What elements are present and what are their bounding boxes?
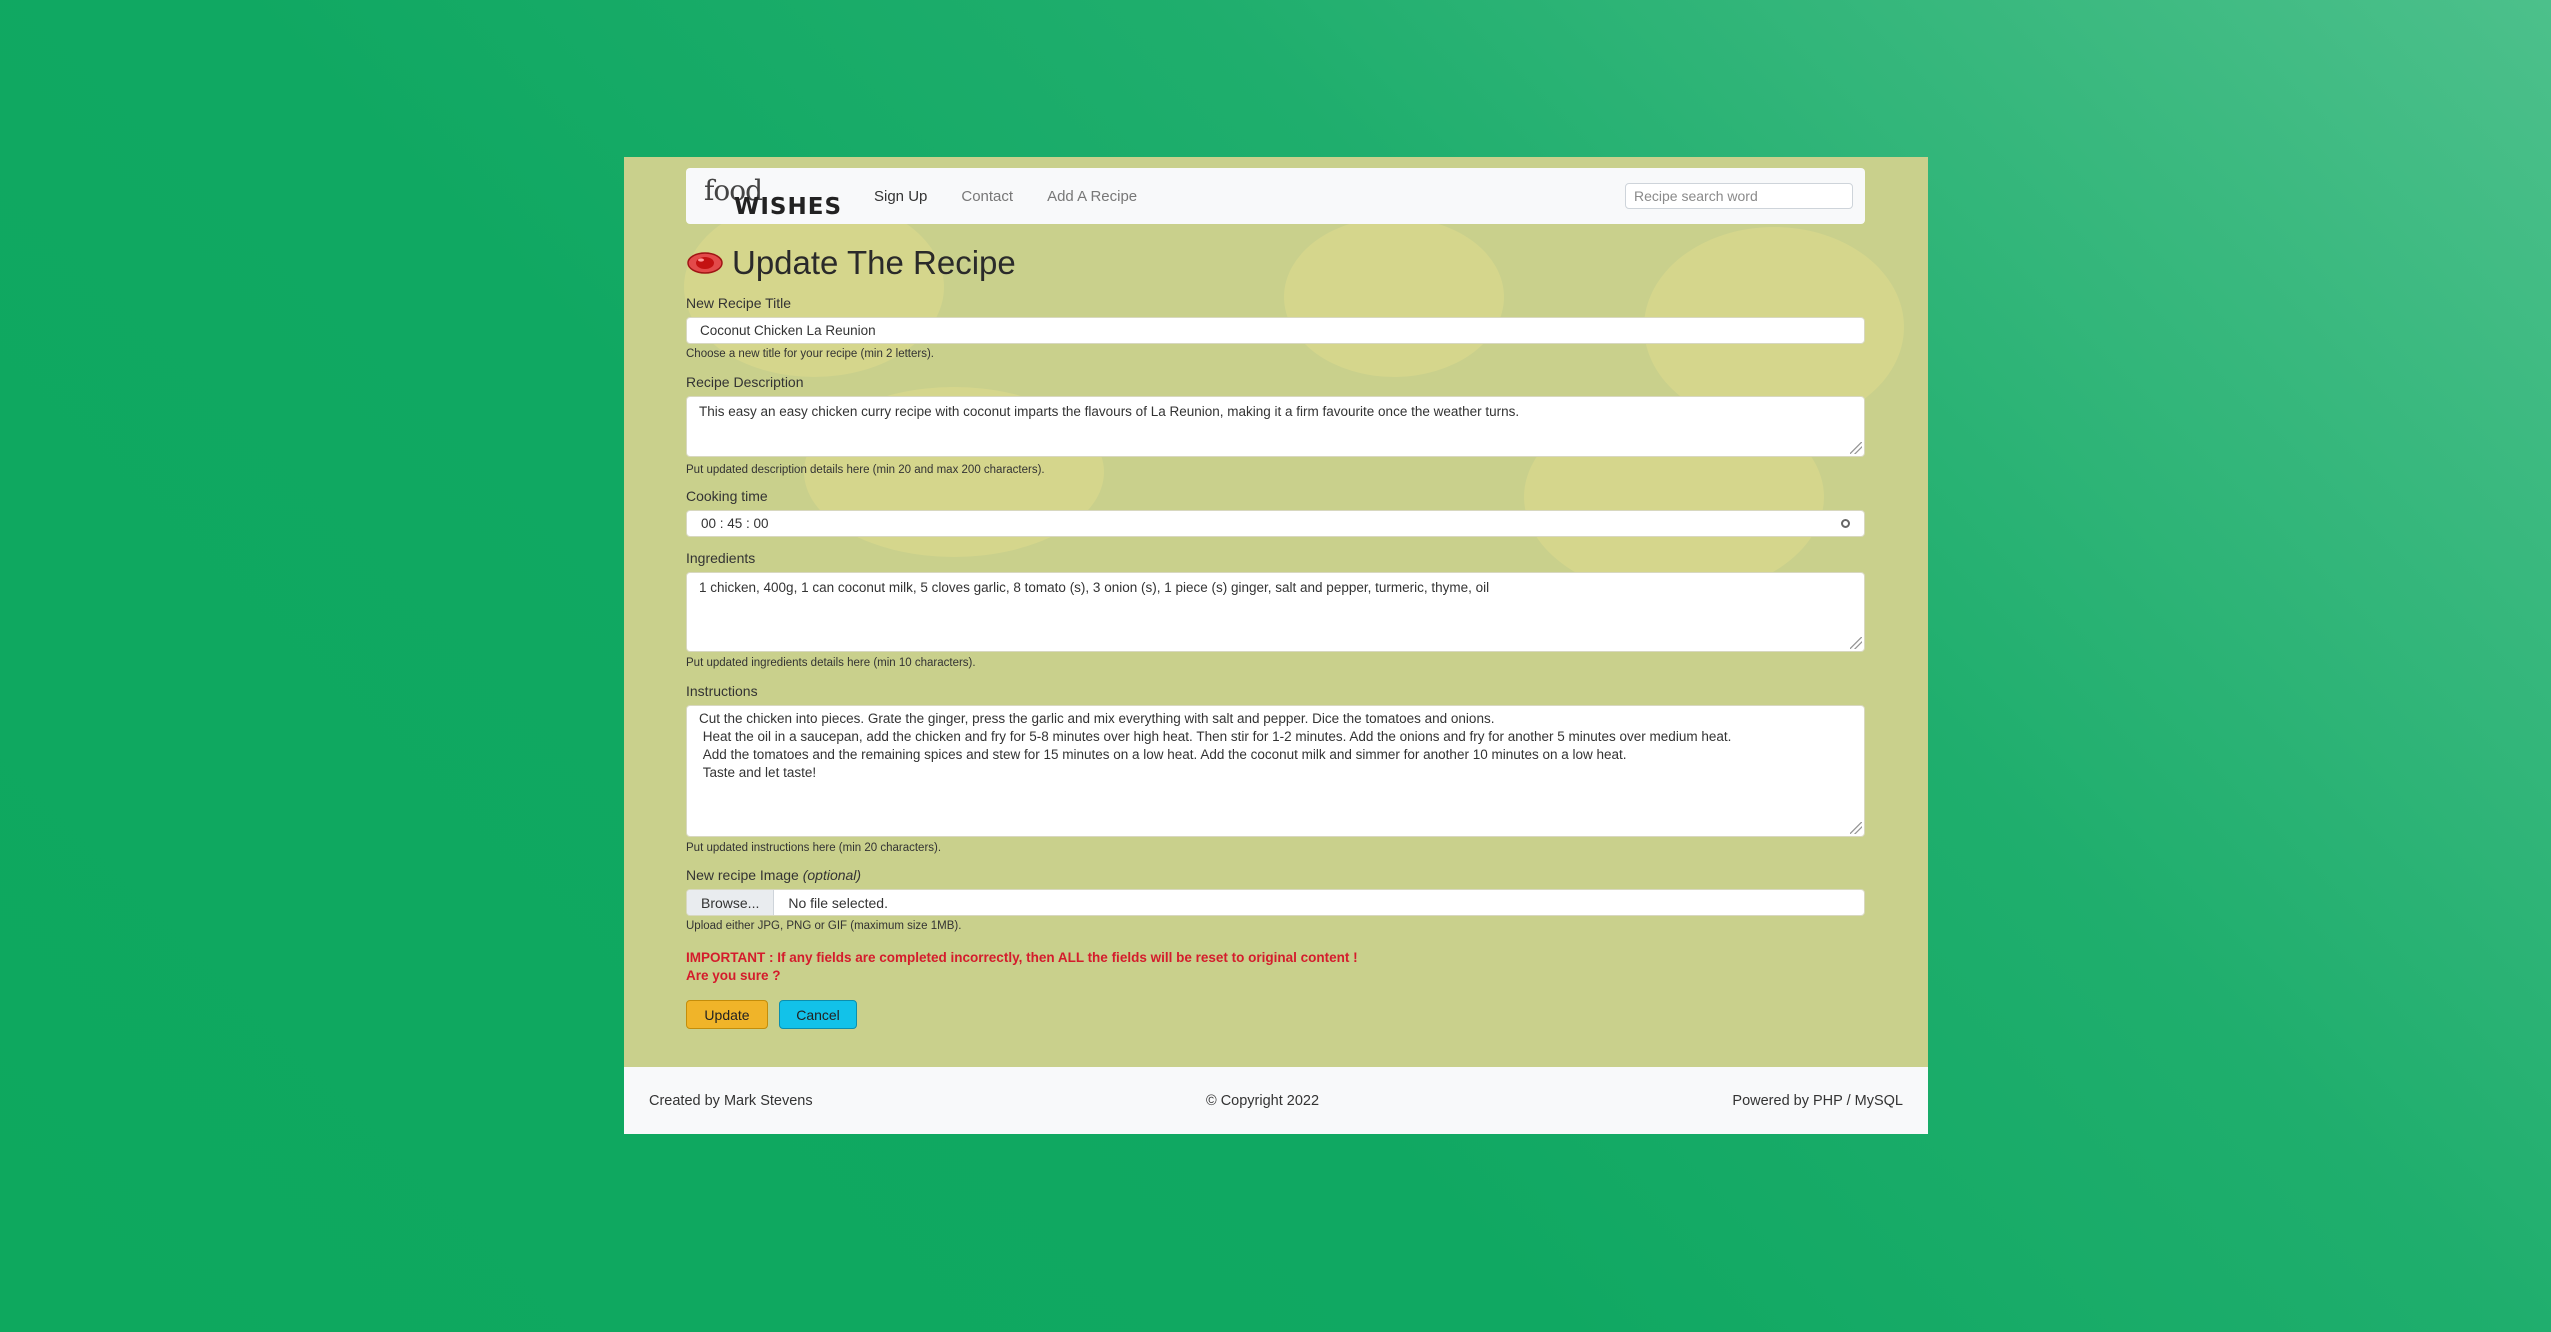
browse-button[interactable]: Browse... — [687, 890, 775, 915]
update-button[interactable]: Update — [686, 1000, 768, 1029]
recipe-image-group: New recipe Image (optional) Browse... No… — [686, 867, 1865, 932]
recipe-description-label: Recipe Description — [686, 374, 804, 390]
page-header: Update The Recipe — [686, 242, 1865, 284]
cooking-time-input[interactable]: 00 : 45 : 00 — [686, 510, 1865, 537]
logo-text-bottom: WISHES — [734, 194, 843, 220]
ingredients-label: Ingredients — [686, 550, 756, 566]
footer: Created by Mark Stevens © Copyright 2022… — [624, 1067, 1928, 1134]
recipe-description-group: Recipe Description This easy an easy chi… — [686, 374, 1865, 476]
form-actions: Update Cancel — [686, 1000, 1865, 1029]
cooking-time-group: Cooking time 00 : 45 : 00 — [686, 488, 1865, 537]
recipe-image-file-input[interactable]: Browse... No file selected. — [686, 889, 1865, 916]
nav-link-contact[interactable]: Contact — [961, 188, 1013, 205]
nav-links: Sign Up Contact Add A Recipe — [874, 188, 1171, 205]
page-title: Update The Recipe — [732, 244, 1016, 281]
recipe-title-hint: Choose a new title for your recipe (min … — [686, 348, 934, 360]
recipe-image-label-text: New recipe Image — [686, 867, 803, 883]
food-wishes-logo[interactable]: food WISHES — [702, 174, 852, 220]
navbar: food WISHES Sign Up Contact Add A Recipe — [686, 168, 1865, 224]
resize-grip-icon[interactable] — [1850, 822, 1862, 834]
resize-grip-icon[interactable] — [1850, 442, 1862, 454]
browser-viewport: food WISHES Sign Up Contact Add A Recipe… — [624, 157, 1928, 1134]
cancel-button[interactable]: Cancel — [779, 1000, 857, 1029]
recipe-title-group: New Recipe Title Coconut Chicken La Reun… — [686, 295, 1865, 360]
cooking-time-value: 00 : 45 : 00 — [701, 516, 769, 531]
recipe-title-value: Coconut Chicken La Reunion — [700, 323, 876, 338]
file-status: No file selected. — [788, 894, 888, 911]
footer-credit: Created by Mark Stevens — [649, 1092, 813, 1109]
instructions-hint: Put updated instructions here (min 20 ch… — [686, 842, 942, 854]
recipe-dish-icon — [687, 252, 723, 274]
warning-line-1: IMPORTANT : If any fields are completed … — [686, 950, 1358, 965]
recipe-title-label: New Recipe Title — [686, 295, 792, 311]
ingredients-hint: Put updated ingredients details here (mi… — [686, 657, 976, 669]
recipe-image-label: New recipe Image (optional) — [686, 867, 1865, 883]
recipe-description-hint: Put updated description details here (mi… — [686, 464, 1045, 476]
recipe-image-optional-label: (optional) — [802, 867, 862, 883]
ingredients-group: Ingredients 1 chicken, 400g, 1 can cocon… — [686, 550, 1865, 669]
recipe-search-input[interactable] — [1625, 183, 1853, 209]
footer-powered-by: Powered by PHP / MySQL — [1732, 1092, 1903, 1109]
recipe-image-hint: Upload either JPG, PNG or GIF (maximum s… — [686, 920, 962, 932]
instructions-label: Instructions — [686, 683, 758, 699]
nav-link-add-recipe[interactable]: Add A Recipe — [1047, 188, 1137, 205]
cooking-time-label: Cooking time — [686, 488, 768, 504]
clock-icon[interactable] — [1841, 519, 1850, 528]
warning-line-2: Are you sure ? — [686, 968, 781, 983]
ingredients-textarea[interactable]: 1 chicken, 400g, 1 can coconut milk, 5 c… — [686, 572, 1865, 652]
recipe-title-input[interactable]: Coconut Chicken La Reunion — [686, 317, 1865, 344]
resize-grip-icon[interactable] — [1850, 637, 1862, 649]
footer-copyright: © Copyright 2022 — [1206, 1092, 1320, 1109]
recipe-description-textarea[interactable]: This easy an easy chicken curry recipe w… — [686, 396, 1865, 457]
instructions-group: Instructions Cut the chicken into pieces… — [686, 683, 1865, 854]
nav-link-sign-up[interactable]: Sign Up — [874, 188, 927, 205]
instructions-textarea[interactable]: Cut the chicken into pieces. Grate the g… — [686, 705, 1865, 837]
reset-warning: IMPORTANT : If any fields are completed … — [686, 949, 1865, 985]
